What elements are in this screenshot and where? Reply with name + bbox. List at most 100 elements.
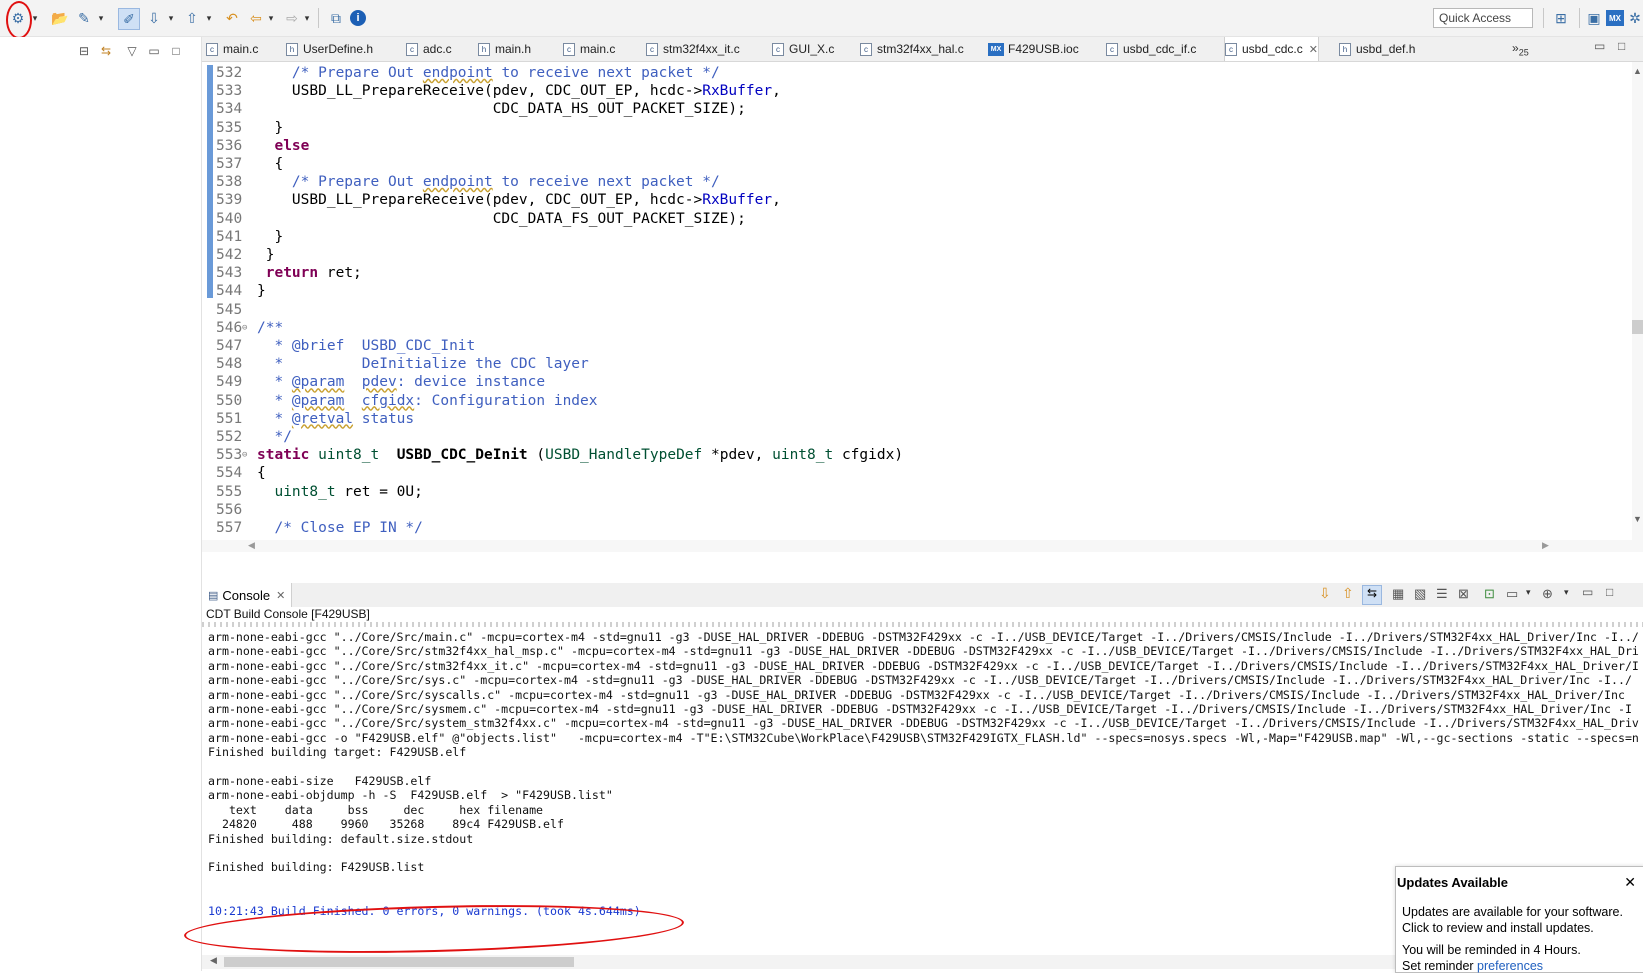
- collapse-all-icon[interactable]: ⊟: [76, 43, 92, 59]
- mx-perspective-icon[interactable]: MX: [1606, 10, 1624, 26]
- tab-console[interactable]: ▤ Console ✕: [202, 583, 293, 607]
- line-number: 538: [216, 174, 243, 191]
- close-icon[interactable]: ✕: [1309, 43, 1318, 56]
- copy-build-log-icon[interactable]: ▦: [1392, 586, 1404, 602]
- code-token: to receive next packet */: [492, 174, 720, 191]
- highlight-icon[interactable]: ✐: [118, 8, 140, 30]
- line-number: 545: [216, 301, 243, 318]
- editor-vertical-scrollbar[interactable]: ▲ ▼: [1632, 62, 1643, 552]
- tab-label: main.h: [495, 42, 532, 56]
- link-editor-icon[interactable]: ⇆: [98, 43, 114, 59]
- code-token: return: [265, 265, 319, 282]
- close-icon[interactable]: ✕: [276, 589, 285, 602]
- new-window-icon[interactable]: ⧉: [326, 8, 346, 28]
- code-text: static uint8_t USBD_CDC_DeInit (USBD_Han…: [257, 446, 903, 465]
- view-menu-icon[interactable]: ▽: [124, 43, 140, 59]
- code-text: * DeInitialize the CDC layer: [257, 355, 588, 374]
- info-icon[interactable]: i: [350, 10, 366, 26]
- tab-usbd-def-h[interactable]: h usbd_def.h: [1339, 37, 1415, 61]
- cc-perspective-icon[interactable]: ▣: [1584, 8, 1604, 28]
- updates-line-2[interactable]: Click to review and install updates.: [1402, 921, 1594, 935]
- clear-console-icon[interactable]: ▧: [1414, 586, 1426, 602]
- code-token: USBD_LL_PrepareReceive(pdev, CDC_OUT_EP,…: [257, 192, 703, 209]
- toolbar-separator: [1543, 8, 1544, 28]
- close-icon[interactable]: ✕: [1624, 874, 1636, 891]
- tab-gui-x-c[interactable]: c GUI_X.c: [772, 37, 834, 61]
- tab-userdefine-h[interactable]: h UserDefine.h: [286, 37, 373, 61]
- code-token: }: [257, 228, 284, 245]
- tab-stm32f4xx-it-c[interactable]: c stm32f4xx_it.c: [646, 37, 740, 61]
- scroll-lock-up-icon[interactable]: ⇧: [1342, 585, 1354, 602]
- scroll-lock-icon[interactable]: ⇆: [1362, 585, 1382, 605]
- code-token: *: [257, 374, 292, 391]
- tab-adc-c[interactable]: c adc.c: [406, 37, 452, 61]
- chevron-down-icon[interactable]: ▾: [1564, 587, 1569, 598]
- code-text: /* Prepare Out endpoint to receive next …: [257, 173, 720, 192]
- minimize-icon[interactable]: ▭: [1582, 585, 1593, 599]
- line-number: 556: [216, 501, 243, 518]
- updates-notification[interactable]: Updates Available ✕ Updates are availabl…: [1395, 866, 1643, 973]
- chevron-down-icon[interactable]: ▾: [96, 8, 106, 28]
- tab-main-c[interactable]: c main.c: [563, 37, 615, 61]
- last-edit-icon[interactable]: ↶: [222, 8, 242, 28]
- console-line: arm-none-eabi-gcc "../Core/Src/sysmem.c"…: [208, 702, 1632, 716]
- line-number: 551: [216, 410, 243, 427]
- pin-console-icon[interactable]: ⊡: [1484, 586, 1495, 602]
- fold-icon[interactable]: ⊖: [242, 319, 247, 338]
- chevron-down-icon[interactable]: ▾: [204, 8, 214, 28]
- next-annotation-icon[interactable]: ⇩: [144, 8, 164, 28]
- remove-launch-icon[interactable]: ⊠: [1458, 586, 1469, 602]
- code-token: CDC_DATA_HS_OUT_PACKET_SIZE);: [257, 101, 746, 118]
- code-text: USBD_LL_PrepareReceive(pdev, CDC_OUT_EP,…: [257, 191, 781, 210]
- wand-icon[interactable]: ✎: [74, 8, 94, 28]
- quick-access-input[interactable]: Quick Access: [1433, 8, 1533, 28]
- code-token: *: [257, 410, 292, 427]
- scroll-left-icon[interactable]: ◀: [210, 955, 217, 966]
- tab-main-c[interactable]: c main.c: [206, 37, 258, 61]
- code-text: uint8_t ret = 0U;: [257, 483, 423, 502]
- maximize-icon[interactable]: □: [1606, 585, 1613, 599]
- scroll-down-icon[interactable]: ▼: [1633, 514, 1642, 524]
- prev-annotation-icon[interactable]: ⇧: [182, 8, 202, 28]
- editor-horizontal-scrollbar[interactable]: ◀ ▶: [202, 540, 1632, 552]
- code-text: /* Prepare Out endpoint to receive next …: [257, 64, 720, 83]
- code-text: {: [257, 464, 266, 483]
- forward-icon[interactable]: ⇨: [282, 8, 302, 28]
- scroll-lock-down-icon[interactable]: ⇩: [1319, 585, 1331, 602]
- tab-usbd-cdc-if-c[interactable]: c usbd_cdc_if.c: [1106, 37, 1196, 61]
- console-line: arm-none-eabi-gcc -o "F429USB.elf" @"obj…: [208, 730, 1639, 745]
- chevron-down-icon[interactable]: ▾: [266, 8, 276, 28]
- scroll-up-icon[interactable]: ▲: [1633, 66, 1642, 76]
- minimize-icon[interactable]: ▭: [146, 43, 162, 59]
- maximize-icon[interactable]: □: [168, 43, 184, 59]
- scroll-right-icon[interactable]: ▶: [1542, 540, 1549, 551]
- open-console-icon[interactable]: ⊕: [1542, 586, 1553, 602]
- project-explorer-pane: ⊟ ⇆ ▽ ▭ □: [0, 37, 202, 971]
- editor-scroll-thumb[interactable]: [1632, 320, 1643, 334]
- scroll-left-icon[interactable]: ◀: [248, 540, 255, 551]
- debug-perspective-icon[interactable]: ✲: [1628, 8, 1642, 28]
- word-wrap-icon[interactable]: ☰: [1436, 586, 1448, 602]
- overflow-count: 25: [1518, 47, 1529, 58]
- tab-usbd-cdc-c[interactable]: c usbd_cdc.c ✕: [1224, 37, 1319, 61]
- maximize-icon[interactable]: □: [1618, 39, 1625, 53]
- fold-icon[interactable]: ⊖: [242, 446, 247, 465]
- code-token: RxBuffer: [702, 83, 773, 100]
- open-icon[interactable]: 📂: [50, 8, 70, 28]
- code-editor[interactable]: 532 /* Prepare Out endpoint to receive n…: [202, 62, 1643, 552]
- console-scroll-thumb[interactable]: [224, 957, 574, 967]
- tab-overflow[interactable]: »25: [1512, 41, 1529, 57]
- tab-stm32f4xx-hal-c[interactable]: c stm32f4xx_hal.c: [860, 37, 964, 61]
- updates-line-1[interactable]: Updates are available for your software.: [1402, 905, 1623, 919]
- chevron-down-icon[interactable]: ▾: [166, 8, 176, 28]
- tab-f429usb-ioc[interactable]: MX F429USB.ioc: [988, 37, 1079, 61]
- back-icon[interactable]: ⇦: [246, 8, 266, 28]
- chevron-down-icon[interactable]: ▾: [1526, 587, 1531, 598]
- open-perspective-icon[interactable]: ⊞: [1551, 8, 1571, 28]
- display-console-icon[interactable]: ▭: [1506, 586, 1518, 602]
- tab-main-h[interactable]: h main.h: [478, 37, 531, 61]
- chevron-down-icon[interactable]: ▾: [302, 8, 312, 28]
- code-token: ret = 0U;: [335, 483, 423, 500]
- minimize-icon[interactable]: ▭: [1594, 39, 1605, 53]
